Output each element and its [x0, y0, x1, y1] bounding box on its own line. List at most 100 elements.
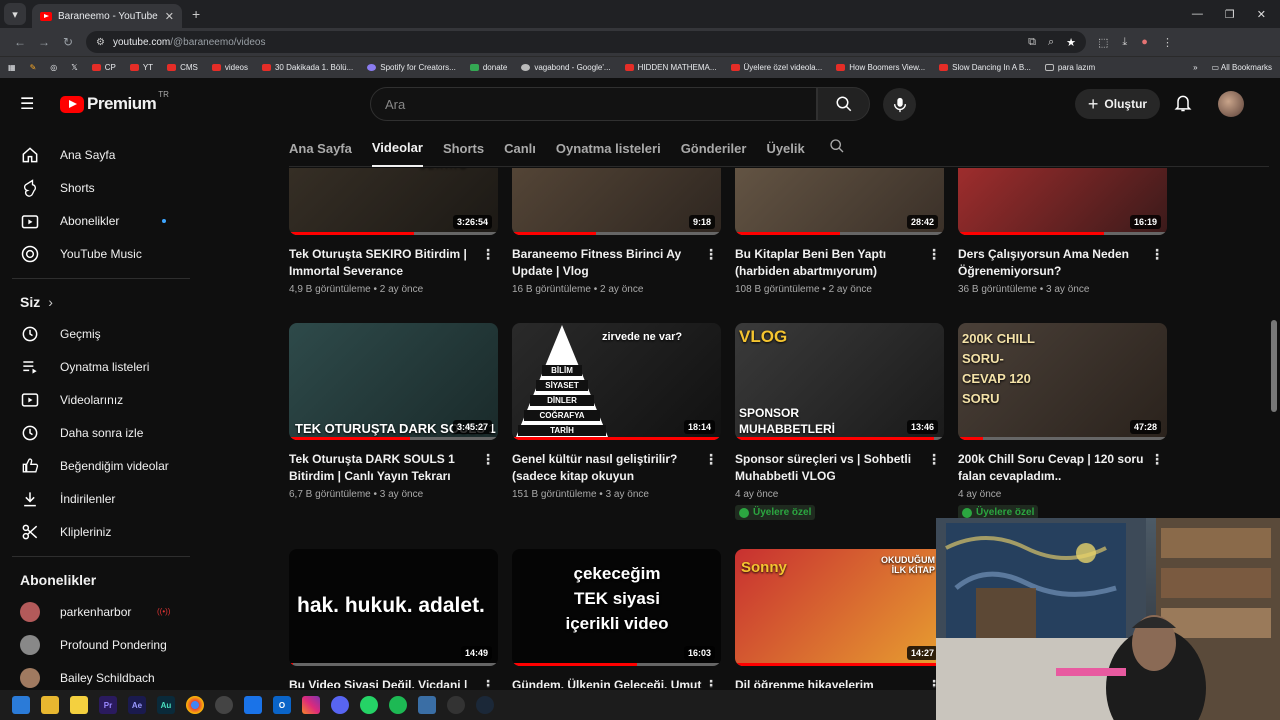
sidebar-item[interactable]: Klipleriniz [0, 515, 200, 548]
you-heading[interactable]: Siz › [0, 287, 200, 317]
video-card[interactable]: 28:42 Bu Kitaplar Beni Ben Yaptı (harbide… [735, 168, 944, 295]
channel-tab[interactable]: Ana Sayfa [289, 131, 352, 167]
voice-search-button[interactable] [883, 88, 916, 121]
instagram-icon[interactable] [302, 696, 320, 714]
downloads-icon[interactable]: ⤓ [1122, 36, 1127, 49]
search-button[interactable] [817, 87, 870, 121]
video-title[interactable]: Bu Video Siyasi Değil, Vicdani | [289, 677, 479, 688]
sidebar-subscription[interactable]: parkenharbor ((•)) [0, 595, 200, 628]
video-card[interactable]: TEK OTURUŞTA SEKİRO 3:26:54 Tek Oturuşta S… [289, 168, 498, 295]
video-card[interactable]: SPONSOR MUHABBETLERİ VLOG 13:46 Sponsor sür… [735, 323, 944, 523]
video-title[interactable]: Ders Çalışıyorsun Ama Neden Öğrenemiyors… [958, 246, 1148, 280]
tab-search-icon[interactable]: ▾ [4, 3, 26, 25]
whatsapp-icon[interactable] [360, 696, 378, 714]
more-options-icon[interactable]: ⋮ [1150, 246, 1164, 263]
discord-icon[interactable] [331, 696, 349, 714]
video-thumbnail[interactable]: SPONSOR MUHABBETLERİ VLOG 13:46 [735, 323, 944, 440]
new-tab-icon[interactable]: + [192, 6, 200, 22]
windows-start-icon[interactable] [12, 696, 30, 714]
video-thumbnail[interactable]: çekeceğim TEK siyasi içerikli video 16:03 [512, 549, 721, 666]
obs-icon[interactable] [215, 696, 233, 714]
bookmark-item[interactable]: HIDDEN MATHEMA... [624, 63, 717, 72]
close-tab-icon[interactable]: ✕ [165, 10, 174, 23]
more-options-icon[interactable]: ⋮ [481, 246, 495, 263]
spotify-icon[interactable] [389, 696, 407, 714]
video-title[interactable]: Genel kültür nasıl geliştirilir? (sadece… [512, 451, 702, 485]
bookmark-item[interactable]: videos [211, 63, 248, 72]
browser-tab[interactable]: Baraneemo - YouTube ✕ [32, 4, 182, 28]
steam-icon[interactable] [476, 696, 494, 714]
minimize-icon[interactable]: — [1192, 8, 1203, 21]
audition-icon[interactable]: Au [157, 696, 175, 714]
chrome-icon[interactable] [186, 696, 204, 714]
video-card[interactable]: TEK OTURUŞTA DARK SOULS 1 3:45:27 Tek Otur… [289, 323, 498, 500]
video-title[interactable]: Tek Oturuşta SEKIRO Bitirdim | Immortal … [289, 246, 479, 280]
channel-tab[interactable]: Canlı [504, 131, 536, 167]
video-card[interactable]: OKUDUĞUM İLK KİTAP Sonny 14:27 Dil öğrenme … [735, 549, 944, 688]
search-input[interactable]: Ara [370, 87, 817, 121]
bookmark-item[interactable]: vagabond - Google'... [521, 63, 611, 72]
bookmark-icon-2[interactable]: ◎ [50, 63, 57, 72]
more-options-icon[interactable]: ⋮ [1150, 451, 1164, 468]
video-thumbnail[interactable]: hak. hukuk. adalet. 14:49 [289, 549, 498, 666]
bookmark-item[interactable]: Slow Dancing In A B... [939, 63, 1031, 72]
video-title[interactable]: 200k Chill Soru Cevap | 120 soru falan c… [958, 451, 1148, 485]
video-title[interactable]: Dil öğrenme hikayelerim (İngilizce [735, 677, 925, 688]
video-title[interactable]: Baraneemo Fitness Birinci Ay Update | Vl… [512, 246, 702, 280]
video-thumbnail[interactable]: OKUDUĞUM İLK KİTAP Sonny 14:27 [735, 549, 944, 666]
page-scrollbar[interactable] [1271, 320, 1277, 412]
bookmark-item[interactable]: CP [91, 63, 116, 72]
bookmark-item[interactable]: Spotify for Creators... [367, 63, 456, 72]
account-avatar[interactable] [1218, 91, 1244, 117]
channel-search-icon[interactable] [829, 138, 845, 159]
sidebar-item[interactable]: Shorts [0, 171, 200, 204]
bookmark-icon-1[interactable]: ✎ [30, 63, 37, 72]
bookmark-item[interactable]: Üyelere özel videola... [730, 63, 822, 72]
sidebar-item[interactable]: Beğendiğim videolar [0, 449, 200, 482]
video-thumbnail[interactable]: 16:19 [958, 168, 1167, 235]
after-effects-icon[interactable]: Ae [128, 696, 146, 714]
video-title[interactable]: Tek Oturuşta DARK SOULS 1 Bitirdim | Can… [289, 451, 479, 485]
more-options-icon[interactable]: ⋮ [927, 451, 941, 468]
sidebar-item[interactable]: Daha sonra izle [0, 416, 200, 449]
video-card[interactable]: zirvede ne var? BİLİM SİYASET DİNLER COĞRAFY… [512, 323, 721, 500]
video-thumbnail[interactable]: zirvede ne var? BİLİM SİYASET DİNLER COĞRAFY… [512, 323, 721, 440]
video-thumbnail[interactable]: 200K CHILL SORU-CEVAP 120 SORU 47:28 [958, 323, 1167, 440]
sticky-notes-icon[interactable] [70, 696, 88, 714]
create-button[interactable]: + Oluştur [1075, 89, 1160, 119]
more-options-icon[interactable]: ⋮ [481, 451, 495, 468]
sidebar-subscription[interactable]: Profound Pondering [0, 628, 200, 661]
bookmark-item[interactable]: 30 Dakikada 1. Bölü... [261, 63, 353, 72]
channel-tab[interactable]: Videolar [371, 131, 423, 167]
outlook-icon[interactable]: O [273, 696, 291, 714]
close-window-icon[interactable]: ✕ [1257, 8, 1266, 21]
video-card[interactable]: çekeceğim TEK siyasi içerikli video 16:03… [512, 549, 721, 688]
all-bookmarks[interactable]: ▭ All Bookmarks [1212, 63, 1272, 72]
video-card[interactable]: hak. hukuk. adalet. 14:49 Bu Video Siyasi … [289, 549, 498, 688]
github-icon[interactable] [447, 696, 465, 714]
video-title[interactable]: Gündem, Ülkenin Geleceği, Umut [512, 677, 702, 688]
profile-icon[interactable]: ● [1141, 36, 1148, 49]
video-title[interactable]: Bu Kitaplar Beni Ben Yaptı (harbiden aba… [735, 246, 925, 280]
sidebar-item[interactable]: Videolarınız [0, 383, 200, 416]
sidebar-item[interactable]: Geçmiş [0, 317, 200, 350]
more-options-icon[interactable]: ⋮ [481, 677, 495, 688]
file-explorer-icon[interactable] [41, 696, 59, 714]
sidebar-item[interactable]: Abonelikler [0, 204, 200, 237]
apps-icon[interactable]: ▦ [8, 63, 16, 72]
bookmark-item[interactable]: donate [469, 63, 507, 72]
sidebar-item[interactable]: Ana Sayfa [0, 138, 200, 171]
sidebar-item[interactable]: YouTube Music [0, 237, 200, 270]
address-bar[interactable]: ⚙ youtube.com/@baraneemo/videos ⧉ ⌕ ★ [86, 31, 1086, 53]
app-icon[interactable] [418, 696, 436, 714]
premiere-icon[interactable]: Pr [99, 696, 117, 714]
install-icon[interactable]: ⧉ [1028, 36, 1036, 49]
bookmark-star-icon[interactable]: ★ [1066, 36, 1076, 49]
restore-icon[interactable]: ❐ [1225, 8, 1235, 21]
channel-tab[interactable]: Oynatma listeleri [556, 131, 661, 167]
channel-tab[interactable]: Gönderiler [681, 131, 747, 167]
zoom-icon[interactable]: ⌕ [1048, 36, 1054, 49]
extensions-icon[interactable]: ⬚ [1098, 36, 1108, 49]
back-icon[interactable]: ← [8, 35, 32, 49]
more-options-icon[interactable]: ⋮ [704, 246, 718, 263]
